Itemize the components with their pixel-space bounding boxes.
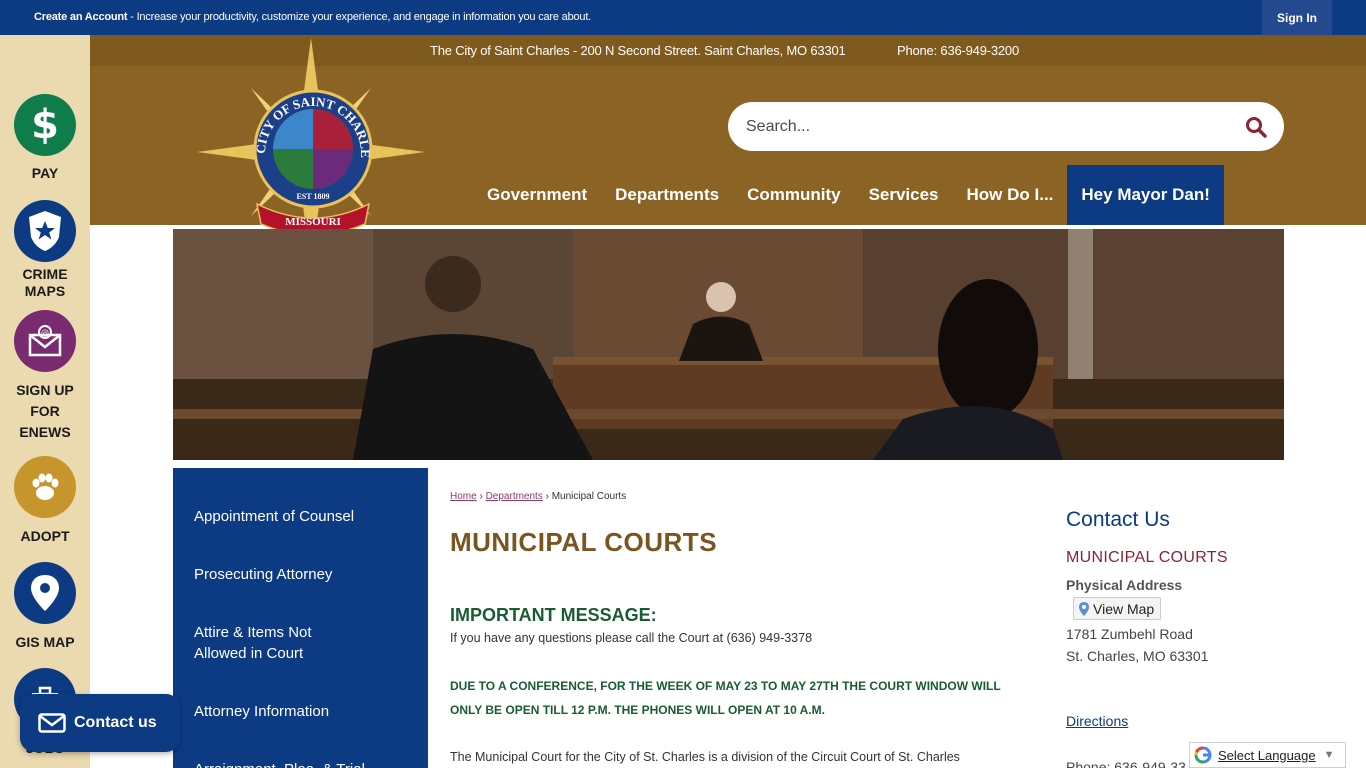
seal-est-text: EST 1809 [297, 192, 330, 201]
search-input[interactable] [746, 114, 1226, 140]
rail-signup-label-1: SIGN UP [16, 382, 74, 398]
sidenav-attorney-information[interactable]: Attorney Information [194, 701, 394, 722]
contact-us-button[interactable]: Contact us [20, 694, 180, 752]
rail-signup-label-2: FOR [30, 403, 60, 419]
breadcrumb-home[interactable]: Home [450, 491, 477, 502]
page-title: MUNICIPAL COURTS [450, 527, 718, 557]
rail-pay[interactable]: $ PAY [0, 94, 90, 182]
search-box [728, 102, 1284, 151]
breadcrumb-separator: › [476, 491, 486, 502]
search-icon[interactable] [1244, 115, 1268, 139]
rail-signup-label-3: ENEWS [19, 424, 71, 440]
account-message-text: - Increase your productivity, customize … [127, 11, 592, 23]
nav-how-do-i[interactable]: How Do I... [953, 165, 1068, 225]
contact-street-address: 1781 Zumbehl Road St. Charles, MO 63301 [1066, 623, 1208, 667]
directions-link[interactable]: Directions [1066, 713, 1128, 729]
sidenav-prosecuting-attorney[interactable]: Prosecuting Attorney [194, 564, 394, 585]
create-account-link[interactable]: Create an Account [34, 11, 128, 23]
envelope-icon [38, 713, 66, 733]
sidenav-appointment-of-counsel[interactable]: Appointment of Counsel [194, 506, 394, 527]
map-marker-icon [1079, 601, 1089, 616]
contact-us-heading: Contact Us [1066, 508, 1170, 531]
rail-crime-maps[interactable]: CRIME MAPS [0, 200, 90, 300]
nav-hey-mayor-dan[interactable]: Hey Mayor Dan! [1067, 165, 1224, 225]
intro-text: The Municipal Court for the City of St. … [450, 750, 960, 764]
contact-city: St. Charles, MO 63301 [1066, 648, 1209, 664]
contact-us-label: Contact us [74, 714, 157, 731]
side-navigation: Appointment of Counsel Prosecuting Attor… [173, 468, 428, 768]
rail-adopt[interactable]: ADOPT [0, 456, 90, 545]
rail-gis-map[interactable]: GIS MAP [0, 562, 90, 651]
chevron-down-icon: ▼ [1323, 749, 1335, 761]
important-message-heading: IMPORTANT MESSAGE: [450, 605, 657, 625]
nav-government[interactable]: Government [473, 165, 601, 225]
google-translate-widget[interactable]: Select Language ▼ [1189, 742, 1346, 768]
nav-departments[interactable]: Departments [601, 165, 733, 225]
sign-in-button[interactable]: Sign In [1262, 0, 1332, 35]
quick-links-rail: $ PAY CRIME MAPS @ SIGN UP FOR ENEWS ADO… [0, 35, 90, 768]
city-phone: Phone: 636-949-3200 [897, 43, 1019, 58]
rail-sign-up-enews[interactable]: @ SIGN UP FOR ENEWS [0, 310, 90, 443]
rail-pay-label: PAY [31, 165, 59, 181]
physical-address-label: Physical Address [1066, 577, 1183, 593]
city-address: The City of Saint Charles - 200 N Second… [430, 43, 846, 58]
breadcrumb-separator: › [542, 491, 552, 502]
conference-alert-text: DUE TO A CONFERENCE, FOR THE WEEK OF MAY… [450, 679, 1001, 717]
email-envelope-icon: @ [14, 310, 76, 372]
top-account-bar: Create an Account - Increase your produc… [0, 0, 1366, 35]
svg-text:@: @ [41, 328, 49, 337]
police-badge-icon [14, 200, 76, 262]
nav-community[interactable]: Community [733, 165, 855, 225]
view-map-label: View Map [1093, 600, 1155, 617]
dollar-icon: $ [14, 94, 76, 156]
questions-text: If you have any questions please call th… [450, 631, 813, 645]
courtroom-banner-image [173, 229, 1284, 460]
google-g-icon [1194, 746, 1212, 764]
breadcrumb-departments[interactable]: Departments [486, 491, 543, 502]
select-language-label: Select Language [1218, 747, 1316, 763]
rail-crime-label-2: MAPS [24, 283, 66, 299]
paw-icon [14, 456, 76, 518]
seal-missouri-text: MISSOURI [285, 216, 341, 228]
contact-department: MUNICIPAL COURTS [1066, 549, 1228, 566]
rail-crime-label-1: CRIME [22, 266, 68, 282]
contact-street: 1781 Zumbehl Road [1066, 626, 1193, 642]
contact-phone: Phone: 636-949-33 [1066, 759, 1186, 768]
map-pin-icon [14, 562, 76, 624]
view-map-button[interactable]: View Map [1073, 597, 1162, 620]
account-message: Create an Account - Increase your produc… [34, 11, 591, 23]
rail-gis-label: GIS MAP [15, 634, 75, 650]
sidenav-attire-items[interactable]: Attire & Items Not Allowed in Court [194, 622, 354, 664]
nav-services[interactable]: Services [855, 165, 953, 225]
main-nav: Government Departments Community Service… [473, 165, 1224, 225]
rail-adopt-label: ADOPT [20, 528, 70, 544]
breadcrumb: Home › Departments › Municipal Courts [450, 491, 626, 502]
sidenav-arraignment[interactable]: Arraignment, Plea, & Trial [194, 759, 394, 768]
breadcrumb-current: Municipal Courts [551, 491, 627, 502]
